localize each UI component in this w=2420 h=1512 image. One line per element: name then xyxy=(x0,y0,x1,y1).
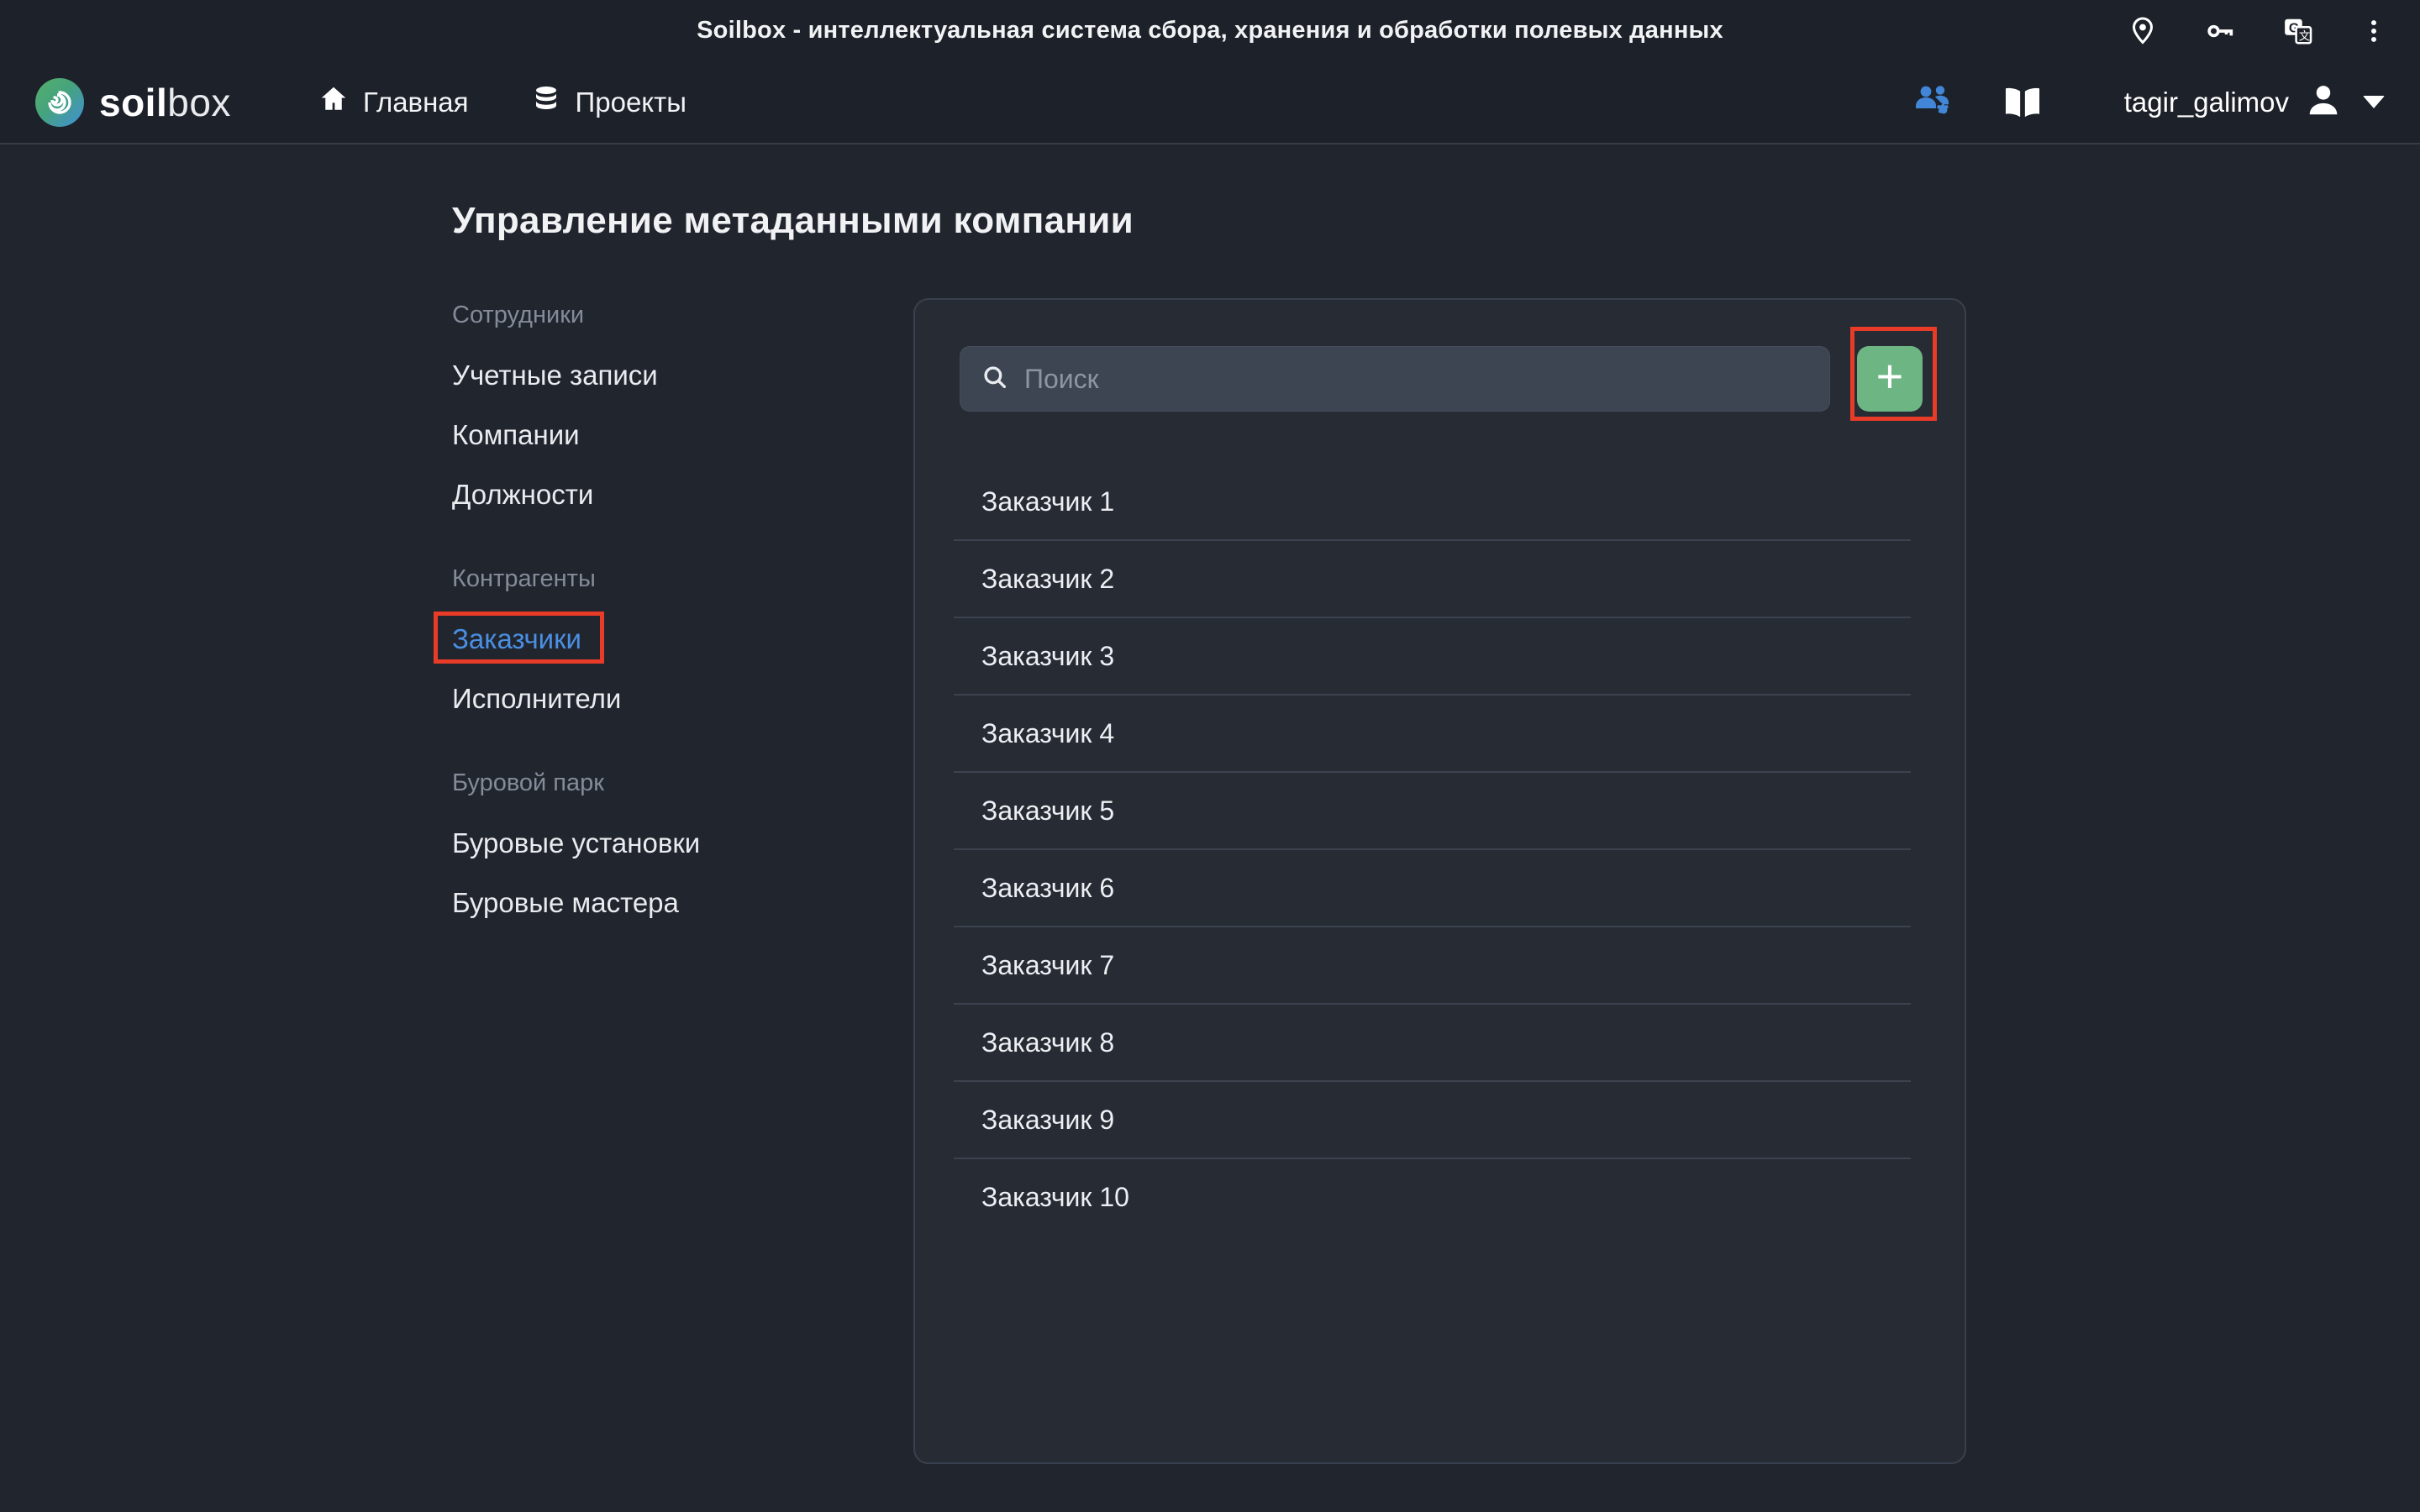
add-button[interactable]: + xyxy=(1857,346,1923,412)
location-icon[interactable] xyxy=(2128,16,2158,46)
list-item-4[interactable]: Заказчик 4 xyxy=(954,696,1911,773)
soilbox-logo-icon xyxy=(35,78,84,127)
browser-page-title: Soilbox - интеллектуальная система сбора… xyxy=(0,17,2420,45)
list-item-5[interactable]: Заказчик 5 xyxy=(954,773,1911,850)
sidebar-item-1-1[interactable]: Исполнители xyxy=(452,669,813,728)
list-item-1[interactable]: Заказчик 1 xyxy=(954,464,1911,541)
sidebar-item-0-1[interactable]: Компании xyxy=(452,405,813,465)
search-icon xyxy=(981,363,1009,396)
kebab-menu-icon[interactable] xyxy=(2360,17,2388,45)
list-item-10[interactable]: Заказчик 10 xyxy=(954,1159,1911,1235)
browser-title-bar: Soilbox - интеллектуальная система сбора… xyxy=(0,0,2420,61)
docs-book-icon[interactable] xyxy=(2003,85,2042,120)
sidebar-item-0-2[interactable]: Должности xyxy=(452,465,813,524)
sidebar-section-0: СотрудникиУчетные записиКомпанииДолжност… xyxy=(452,286,813,524)
sidebar-item-0-0[interactable]: Учетные записи xyxy=(452,345,813,405)
list-item-9[interactable]: Заказчик 9 xyxy=(954,1082,1911,1159)
user-menu[interactable]: tagir_galimov xyxy=(2124,81,2385,123)
page-title: Управление метаданными компании xyxy=(452,200,1134,242)
sidebar-section-header: Буровой парк xyxy=(452,753,813,813)
list-item-3[interactable]: Заказчик 3 xyxy=(954,618,1911,696)
translate-icon[interactable]: G 文 xyxy=(2282,15,2314,47)
sidebar-section-1: КонтрагентыЗаказчикиИсполнители xyxy=(452,549,813,728)
svg-text:文: 文 xyxy=(2299,29,2310,43)
database-icon xyxy=(531,84,561,121)
sidebar-item-1-0[interactable]: Заказчики xyxy=(452,609,813,669)
key-icon[interactable] xyxy=(2203,14,2237,48)
sidebar-section-header: Сотрудники xyxy=(452,286,813,345)
sidebar-section-header: Контрагенты xyxy=(452,549,813,609)
nav-item-home-label: Главная xyxy=(363,87,469,118)
search-input[interactable] xyxy=(1023,363,1809,396)
avatar-icon xyxy=(2304,81,2343,123)
list-item-2[interactable]: Заказчик 2 xyxy=(954,541,1911,618)
sidebar-item-2-1[interactable]: Буровые мастера xyxy=(452,873,813,932)
list-item-7[interactable]: Заказчик 7 xyxy=(954,927,1911,1005)
nav-item-projects-label: Проекты xyxy=(576,87,687,118)
brand-wordmark: soilbox xyxy=(99,80,231,125)
list-item-8[interactable]: Заказчик 8 xyxy=(954,1005,1911,1082)
soilbox-logo[interactable]: soilbox xyxy=(35,78,231,127)
sidebar-section-2: Буровой паркБуровые установкиБуровые мас… xyxy=(452,753,813,932)
customers-panel: + Заказчик 1Заказчик 2Заказчик 3Заказчик… xyxy=(913,298,1966,1464)
list-item-6[interactable]: Заказчик 6 xyxy=(954,850,1911,927)
user-management-icon[interactable] xyxy=(1912,83,1956,122)
nav-item-projects[interactable]: Проекты xyxy=(531,84,687,121)
customers-list: Заказчик 1Заказчик 2Заказчик 3Заказчик 4… xyxy=(954,464,1911,1235)
search-box xyxy=(960,346,1830,412)
app-navbar: soilbox Главная Проекты xyxy=(0,61,2420,144)
nav-item-home[interactable]: Главная xyxy=(318,84,469,121)
chevron-down-icon xyxy=(2363,96,2385,108)
sidebar-item-2-0[interactable]: Буровые установки xyxy=(452,813,813,873)
home-icon xyxy=(318,84,349,121)
sidebar: СотрудникиУчетные записиКомпанииДолжност… xyxy=(452,286,813,932)
username: tagir_galimov xyxy=(2124,87,2289,118)
